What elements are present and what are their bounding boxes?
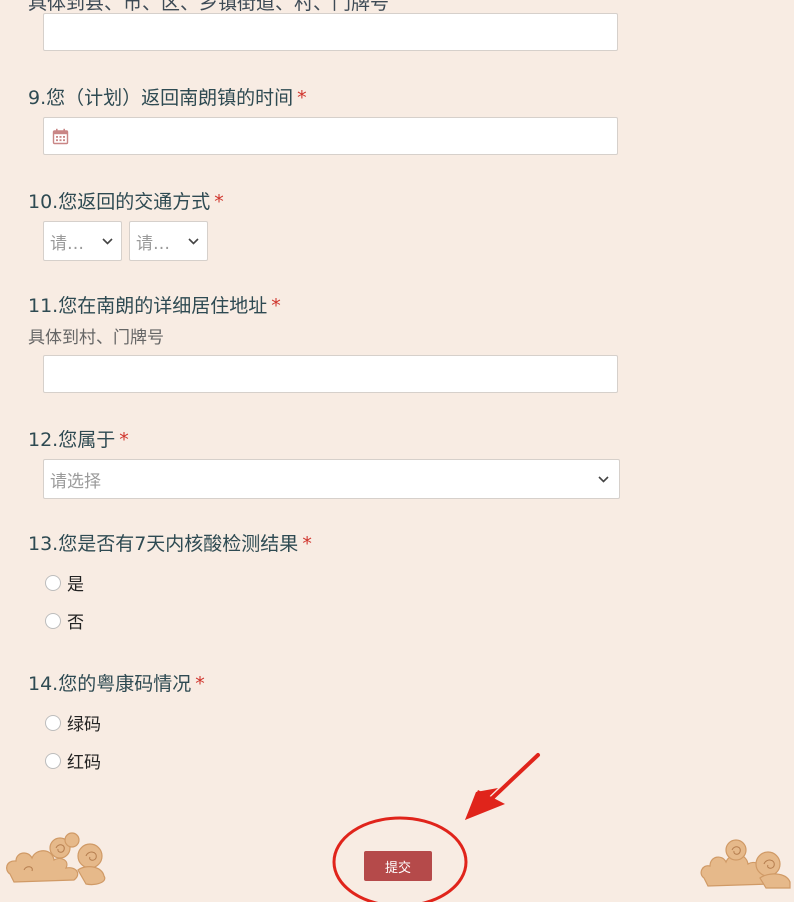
radio-button[interactable] (45, 574, 61, 591)
return-date-input[interactable] (43, 117, 618, 155)
chevron-down-icon (188, 237, 199, 245)
transport-select-primary-value: 请… (50, 233, 84, 254)
question-14-title: 14.您的粤康码情况 * (28, 673, 205, 695)
required-mark: * (271, 295, 281, 317)
health-code-option-red[interactable]: 红码 (45, 748, 101, 773)
transport-select-secondary-value: 请… (136, 233, 170, 254)
question-11-description: 具体到村、门牌号 (28, 328, 164, 348)
submit-button[interactable]: 提交 (364, 851, 432, 881)
question-10-title: 10.您返回的交通方式 * (28, 191, 224, 213)
previous-address-input[interactable] (43, 13, 618, 51)
radio-button[interactable] (45, 714, 61, 731)
question-11-title: 11.您在南朗的详细居住地址 * (28, 295, 281, 317)
option-label: 红码 (67, 753, 101, 773)
question-9-title: 9.您（计划）返回南朗镇的时间 * (28, 87, 307, 109)
calendar-icon (52, 128, 69, 144)
radio-button[interactable] (45, 612, 61, 629)
health-code-option-green[interactable]: 绿码 (45, 710, 101, 735)
option-label: 是 (67, 575, 84, 595)
cloud-decoration-right (700, 839, 791, 889)
radio-button[interactable] (45, 752, 61, 769)
nucleic-test-option-no[interactable]: 否 (45, 608, 84, 633)
category-select-placeholder: 请选择 (50, 471, 101, 492)
nucleic-test-option-yes[interactable]: 是 (45, 570, 84, 595)
required-mark: * (297, 87, 307, 109)
option-label: 否 (67, 613, 84, 633)
required-mark: * (195, 673, 205, 695)
annotation-arrow-icon (465, 753, 540, 820)
required-mark: * (302, 533, 312, 555)
chevron-down-icon (102, 237, 113, 245)
question-12-title: 12.您属于 * (28, 429, 129, 451)
transport-select-primary[interactable]: 请… (43, 221, 122, 261)
required-mark: * (214, 191, 224, 213)
transport-select-secondary[interactable]: 请… (129, 221, 208, 261)
category-select[interactable]: 请选择 (43, 459, 620, 499)
survey-page: 具体到县、市、区、乡镇街道、村、门牌号 9.您（计划）返回南朗镇的时间 * 10.… (0, 0, 794, 902)
address-input[interactable] (43, 355, 618, 393)
chevron-down-icon (598, 475, 609, 483)
required-mark: * (119, 429, 129, 451)
question-13-title: 13.您是否有7天内核酸检测结果 * (28, 533, 312, 555)
cloud-decoration-left (6, 832, 106, 886)
option-label: 绿码 (67, 715, 101, 735)
